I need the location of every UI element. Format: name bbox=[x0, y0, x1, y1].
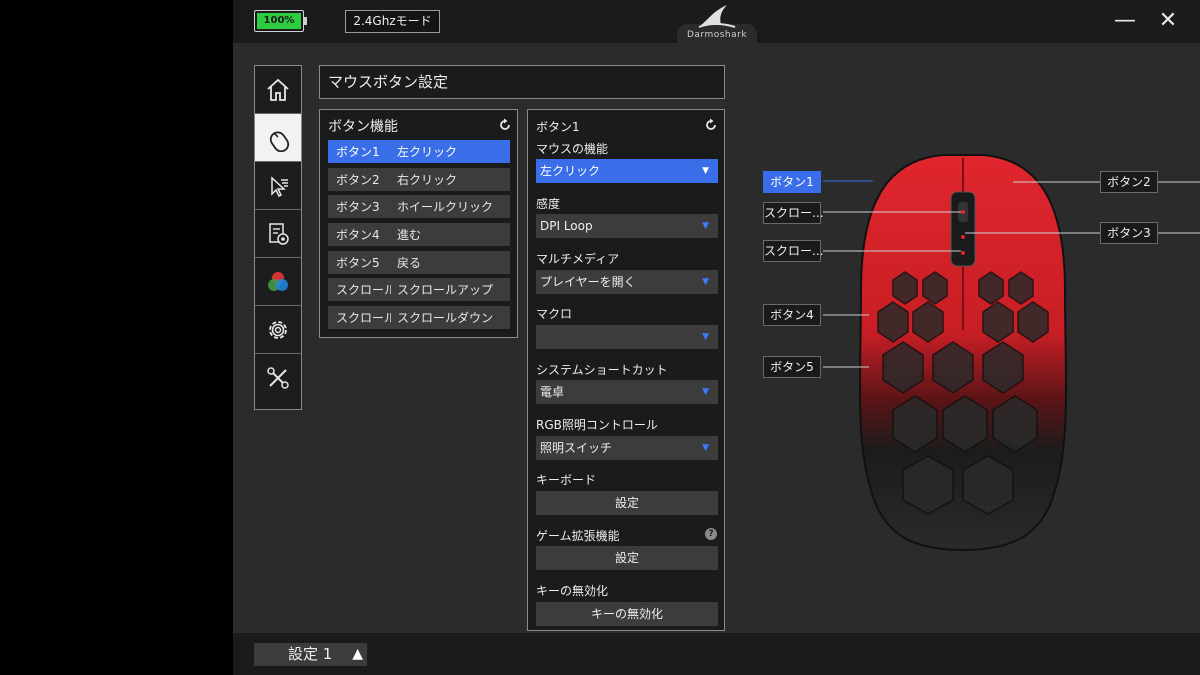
mouse-function-value: 左クリック bbox=[540, 164, 601, 178]
button-name: ボタン4 bbox=[336, 228, 380, 243]
shortcut-label: システムショートカット bbox=[536, 363, 668, 377]
button-function: 左クリック bbox=[397, 145, 458, 159]
footer-bar: 設定 1 ▲ bbox=[233, 633, 1200, 675]
button-row[interactable]: ボタン2 右クリック bbox=[328, 167, 510, 191]
battery-level: 100% bbox=[257, 13, 301, 29]
brand-logo: Darmoshark bbox=[686, 3, 748, 43]
mouse-icon bbox=[269, 130, 290, 152]
home-icon bbox=[267, 78, 289, 101]
button-settings-panel: ボタン1 マウスの機能 左クリック ▼ 感度 DPI Loop ▼ マルチメディ… bbox=[527, 109, 725, 631]
gear-icon bbox=[269, 320, 287, 339]
sidebar-item-home[interactable] bbox=[255, 66, 301, 114]
callout-button-4[interactable]: ボタン4 bbox=[763, 304, 821, 326]
shortcut-value: 電卓 bbox=[540, 385, 565, 399]
callout-button-1[interactable]: ボタン1 bbox=[763, 171, 821, 193]
button-function: 右クリック bbox=[397, 172, 458, 187]
macro-select[interactable]: ▼ bbox=[536, 325, 718, 349]
sidebar-item-rgb[interactable] bbox=[255, 258, 301, 306]
rgb-control-value: 照明スイッチ bbox=[540, 441, 613, 455]
profile-selector[interactable]: 設定 1 ▲ bbox=[254, 643, 367, 666]
button-name: ボタン2 bbox=[336, 172, 380, 187]
minimize-button[interactable]: — bbox=[1111, 7, 1139, 35]
chevron-down-icon: ▼ bbox=[702, 166, 709, 176]
callout-scroll-down[interactable]: スクロー... bbox=[763, 240, 823, 262]
callout-button-5[interactable]: ボタン5 bbox=[763, 356, 821, 378]
disable-key-button[interactable]: キーの無効化 bbox=[536, 602, 718, 626]
button-row[interactable]: ボタン1 左クリック bbox=[328, 140, 510, 163]
reset-icon[interactable] bbox=[498, 118, 512, 132]
sensitivity-select[interactable]: DPI Loop ▼ bbox=[536, 214, 718, 238]
left-blank-area bbox=[0, 0, 233, 675]
button-name: ボタン1 bbox=[336, 145, 380, 159]
macro-label: マクロ bbox=[536, 307, 573, 321]
button-name: ボタン5 bbox=[336, 255, 380, 270]
shark-fin-icon bbox=[698, 5, 736, 28]
game-extension-settings-button[interactable]: 設定 bbox=[536, 546, 718, 570]
button-row[interactable]: スクロール... スクロールアップ bbox=[328, 278, 510, 302]
button-function-panel: ボタン機能 ボタン1 左クリックボタン2 右クリックボタン3 ホイールクリックボタン4… bbox=[319, 109, 518, 338]
button-row[interactable]: ボタン4 進む bbox=[328, 223, 510, 247]
disable-key-label: キーの無効化 bbox=[536, 584, 609, 598]
rgb-control-label: RGB照明コントロール bbox=[536, 418, 658, 432]
rgb-control-select[interactable]: 照明スイッチ ▼ bbox=[536, 436, 718, 460]
multimedia-label: マルチメディア bbox=[536, 252, 620, 266]
sidebar bbox=[254, 65, 302, 410]
callout-button-2[interactable]: ボタン2 bbox=[1100, 171, 1158, 193]
sidebar-item-pointer[interactable] bbox=[255, 162, 301, 210]
connection-mode-button[interactable]: 2.4Ghzモード bbox=[345, 10, 440, 33]
button-function: スクロールダウン bbox=[397, 311, 494, 326]
selected-button-title: ボタン1 bbox=[536, 120, 580, 134]
sidebar-item-macro[interactable] bbox=[255, 210, 301, 258]
shortcut-select[interactable]: 電卓 ▼ bbox=[536, 380, 718, 404]
button-row[interactable]: ボタン3 ホイールクリック bbox=[328, 195, 510, 219]
title-bar: 100% 2.4Ghzモード Darmoshark — ✕ bbox=[233, 0, 1200, 44]
sidebar-item-mouse-buttons[interactable] bbox=[255, 114, 301, 162]
button-row[interactable]: スクロール... スクロールダウン bbox=[328, 306, 510, 330]
rgb-lighting-icon bbox=[268, 271, 288, 291]
button-function: ホイールクリック bbox=[397, 200, 494, 215]
mouse-diagram: ボタン1 ボタン2 スクロー... ボタン3 スクロー... ボタン4 ボタン5 bbox=[743, 140, 1200, 580]
pointer-speed-icon bbox=[271, 175, 288, 197]
keyboard-label: キーボード bbox=[536, 473, 597, 487]
chevron-down-icon: ▼ bbox=[702, 277, 709, 287]
button-name: スクロール... bbox=[336, 311, 391, 326]
mouse-function-select[interactable]: 左クリック ▼ bbox=[536, 159, 718, 183]
sidebar-item-tools[interactable] bbox=[255, 354, 301, 402]
button-function: 進む bbox=[397, 228, 422, 243]
button-row[interactable]: ボタン5 戻る bbox=[328, 250, 510, 274]
button-function: スクロールアップ bbox=[397, 283, 494, 298]
multimedia-value: プレイヤーを開く bbox=[540, 275, 636, 289]
button-function: 戻る bbox=[397, 255, 422, 270]
button-list: ボタン1 左クリックボタン2 右クリックボタン3 ホイールクリックボタン4 進むボタン5… bbox=[328, 140, 510, 334]
app-window: 100% 2.4Ghzモード Darmoshark — ✕ マウスボタン設定 ボ… bbox=[233, 0, 1200, 675]
multimedia-select[interactable]: プレイヤーを開く ▼ bbox=[536, 270, 718, 294]
sensitivity-value: DPI Loop bbox=[540, 219, 593, 233]
brand-name: Darmoshark bbox=[686, 30, 748, 40]
mouse-function-label: マウスの機能 bbox=[536, 142, 609, 156]
callout-button-3[interactable]: ボタン3 bbox=[1100, 222, 1158, 244]
battery-nub bbox=[304, 17, 307, 25]
close-button[interactable]: ✕ bbox=[1154, 7, 1182, 35]
battery-indicator: 100% bbox=[254, 10, 307, 32]
chevron-down-icon: ▼ bbox=[702, 443, 709, 453]
profile-label: 設定 1 bbox=[288, 645, 333, 663]
button-name: ボタン3 bbox=[336, 200, 380, 215]
chevron-down-icon: ▼ bbox=[702, 332, 709, 342]
help-icon[interactable]: ? bbox=[705, 528, 717, 540]
callout-scroll-up[interactable]: スクロー... bbox=[763, 202, 823, 224]
chevron-up-icon[interactable]: ▲ bbox=[352, 643, 363, 666]
button-panel-title: ボタン機能 bbox=[328, 119, 398, 135]
page-title: マウスボタン設定 bbox=[319, 65, 725, 99]
sensitivity-label: 感度 bbox=[536, 197, 561, 211]
chevron-down-icon: ▼ bbox=[702, 387, 709, 397]
sidebar-item-settings[interactable] bbox=[255, 306, 301, 354]
macro-settings-icon bbox=[269, 222, 289, 245]
keyboard-settings-button[interactable]: 設定 bbox=[536, 491, 718, 515]
reset-icon[interactable] bbox=[704, 118, 718, 132]
chevron-down-icon: ▼ bbox=[702, 221, 709, 231]
game-extension-label: ゲーム拡張機能 bbox=[536, 529, 620, 543]
button-name: スクロール... bbox=[336, 283, 391, 298]
tools-icon bbox=[267, 367, 289, 389]
